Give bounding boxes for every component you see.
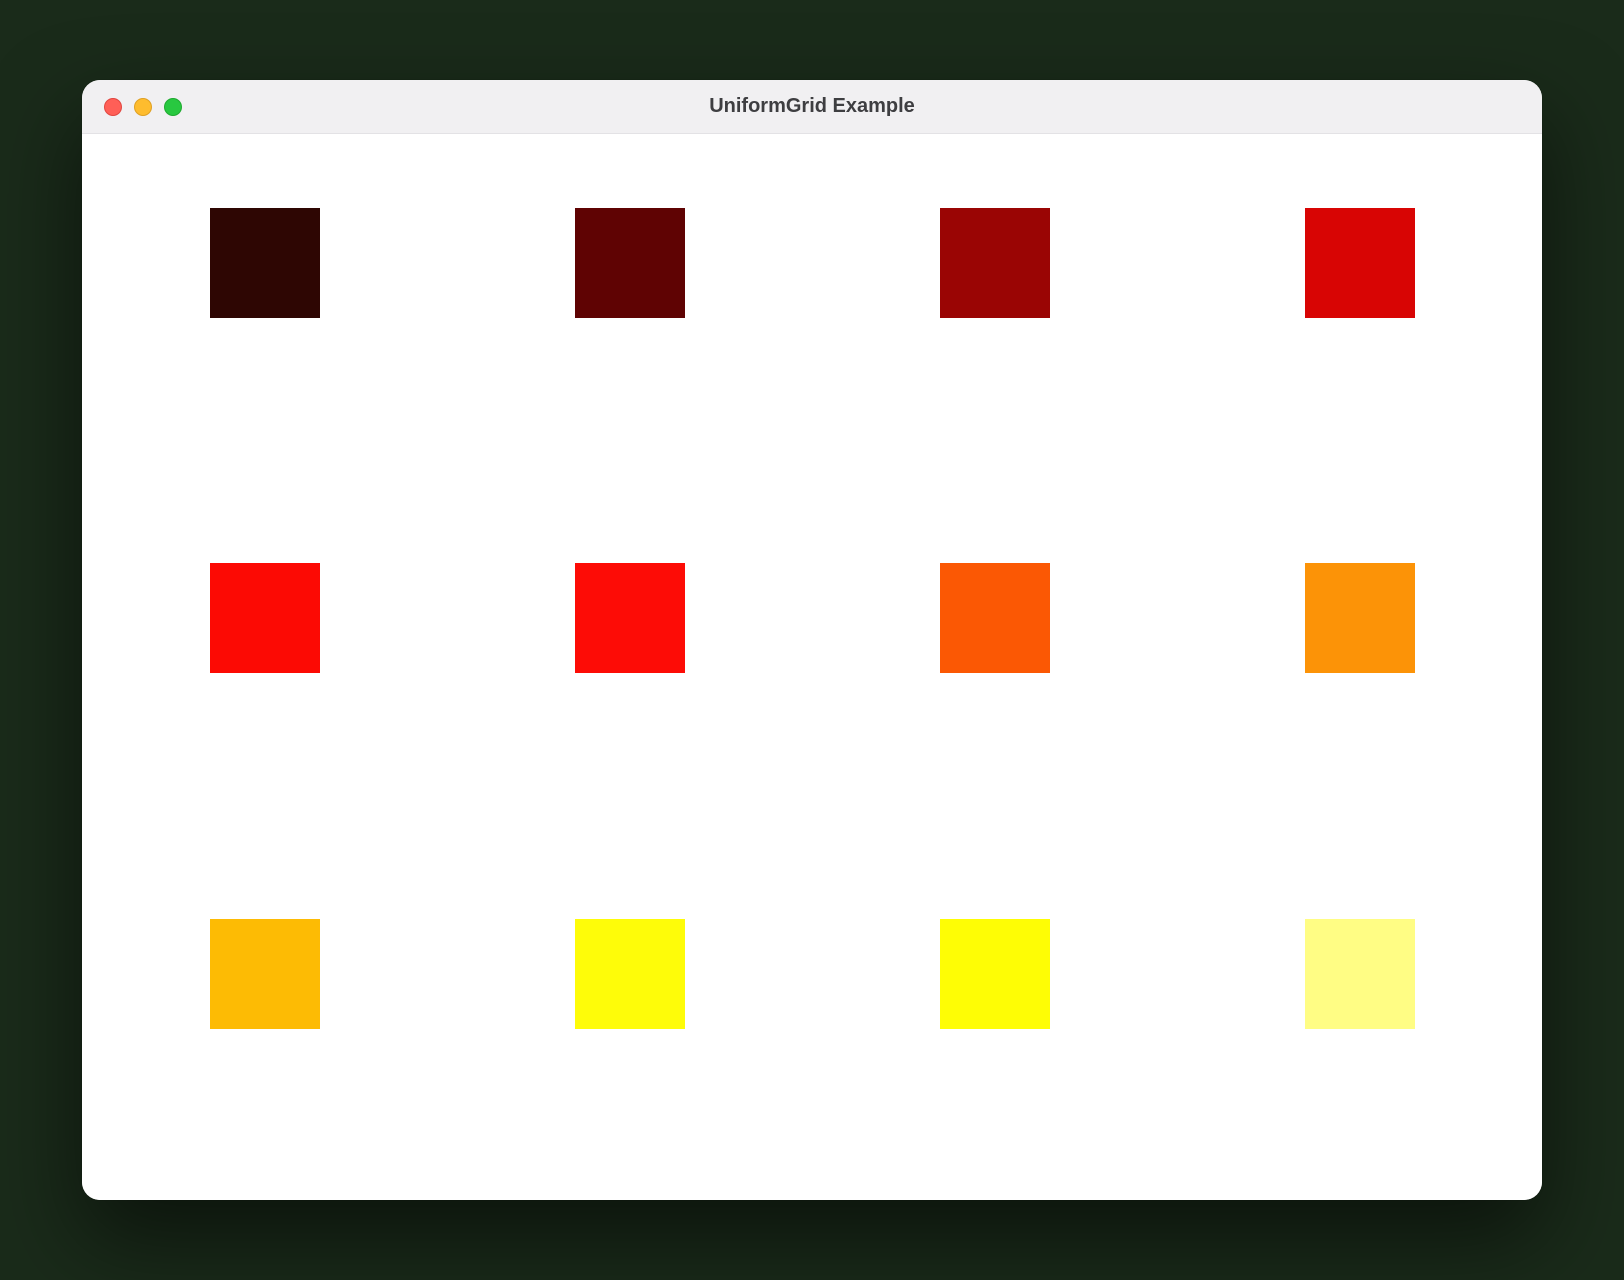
color-swatch	[940, 919, 1050, 1029]
grid-cell	[447, 134, 812, 489]
color-swatch	[940, 208, 1050, 318]
color-swatch	[210, 919, 320, 1029]
color-swatch	[1305, 919, 1415, 1029]
grid-cell	[82, 134, 447, 489]
grid-cell	[812, 134, 1177, 489]
color-swatch	[575, 919, 685, 1029]
window-content	[82, 134, 1542, 1200]
color-swatch	[210, 208, 320, 318]
grid-cell	[1177, 134, 1542, 489]
grid-cell	[447, 489, 812, 844]
app-window: UniformGrid Example	[82, 80, 1542, 1200]
grid-cell	[82, 845, 447, 1200]
color-swatch	[1305, 563, 1415, 673]
grid-cell	[82, 489, 447, 844]
grid-cell	[812, 489, 1177, 844]
maximize-icon[interactable]	[164, 98, 182, 116]
grid-cell	[1177, 845, 1542, 1200]
color-swatch	[940, 563, 1050, 673]
color-swatch	[1305, 208, 1415, 318]
color-swatch	[575, 208, 685, 318]
grid-cell	[1177, 489, 1542, 844]
grid-cell	[812, 845, 1177, 1200]
color-swatch	[575, 563, 685, 673]
grid-cell	[447, 845, 812, 1200]
minimize-icon[interactable]	[134, 98, 152, 116]
color-swatch	[210, 563, 320, 673]
window-title: UniformGrid Example	[82, 95, 1542, 118]
close-icon[interactable]	[104, 98, 122, 116]
titlebar[interactable]: UniformGrid Example	[82, 80, 1542, 134]
traffic-lights	[82, 98, 182, 116]
uniform-grid	[82, 134, 1542, 1200]
